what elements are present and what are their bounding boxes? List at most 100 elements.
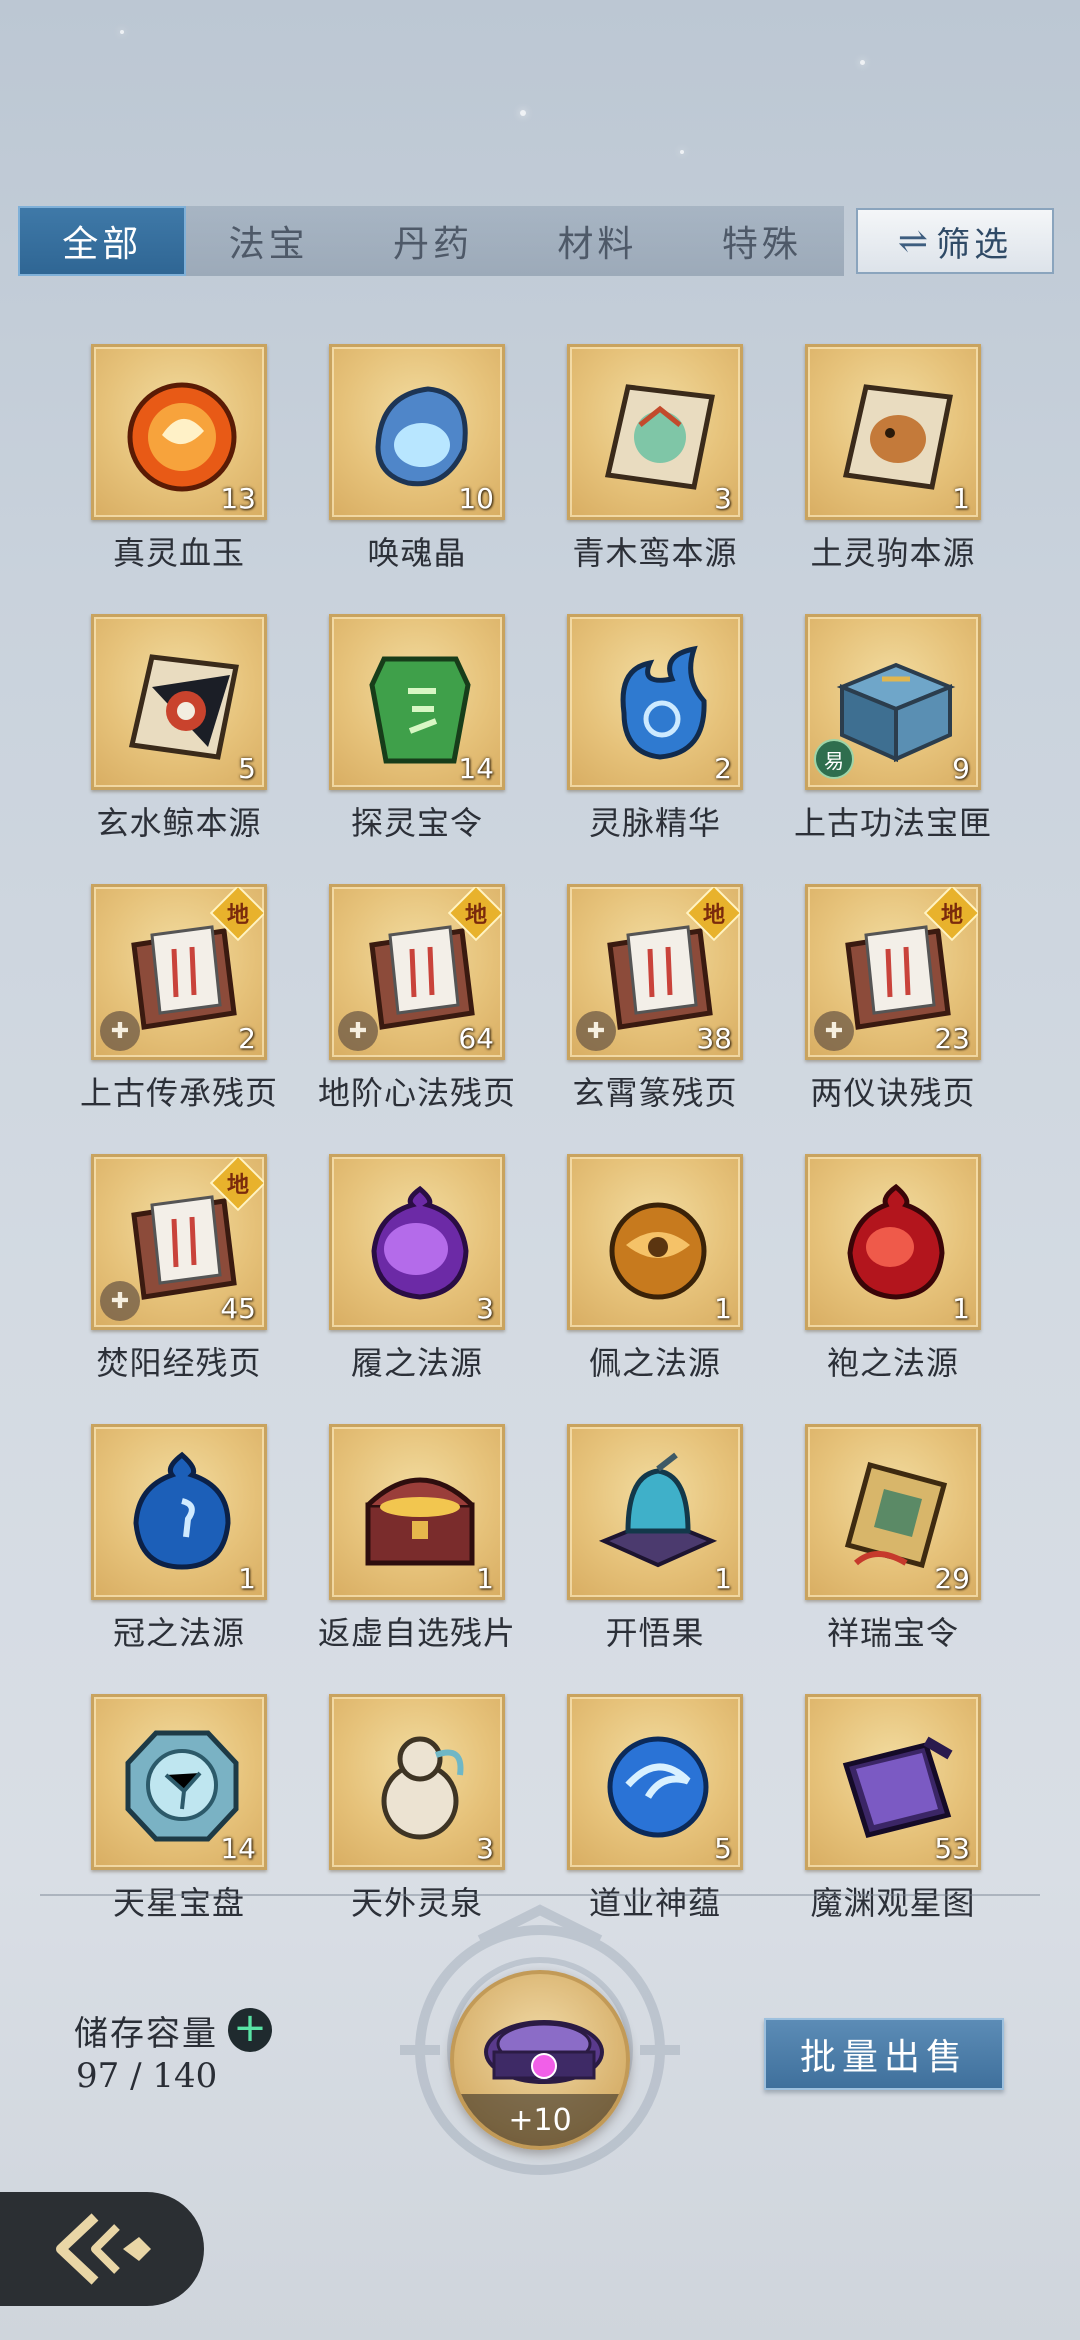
item-tile[interactable]: 3 [567,344,743,520]
inventory-item[interactable]: 3 天外灵泉 [298,1694,536,1924]
puzzle-piece-icon: ✚ [100,1281,140,1321]
item-tile[interactable]: 3 [329,1154,505,1330]
item-tile[interactable]: 地 ✚ 38 [567,884,743,1060]
green-phoenix-origin-icon [604,384,715,490]
item-tile[interactable]: 10 [329,344,505,520]
inventory-item[interactable]: 5 玄水鲸本源 [60,614,298,844]
back-button[interactable] [0,2192,204,2306]
inventory-item[interactable]: 29 祥瑞宝令 [774,1424,1012,1654]
inventory-item[interactable]: 2 灵脉精华 [536,614,774,844]
item-tile[interactable]: 地 ✚ 23 [805,884,981,1060]
sparkle [520,110,526,116]
item-name: 开悟果 [605,1614,705,1652]
item-tile[interactable]: 29 [805,1424,981,1600]
inventory-item[interactable]: 10 唤魂晶 [298,344,536,574]
item-name: 玄霄篆残页 [572,1074,738,1112]
item-name: 上古传承残页 [79,1074,278,1112]
item-tile[interactable]: 53 [805,1694,981,1870]
inventory-item[interactable]: 13 真灵血玉 [60,344,298,574]
item-tile[interactable]: 地 ✚ 64 [329,884,505,1060]
item-tile[interactable]: 地 ✚ 2 [91,884,267,1060]
grade-label: 地 [940,902,963,928]
swap-arrows-icon: ⇌ [897,220,929,262]
item-count: 2 [238,1022,256,1055]
inventory-item[interactable]: 3 履之法源 [298,1154,536,1384]
item-tile[interactable]: 14 [329,614,505,790]
tradable-badge: 易 [814,739,854,779]
batch-sell-button[interactable]: 批量出售 [764,2018,1004,2090]
item-tile[interactable]: 2 [567,614,743,790]
item-name: 玄水鲸本源 [96,804,262,842]
inventory-item[interactable]: 1 袍之法源 [774,1154,1012,1384]
tab-treasure[interactable]: 法宝 [186,206,350,276]
item-tile[interactable]: 1 [805,344,981,520]
amber-orb-icon [609,1202,707,1300]
sparkle [860,60,865,65]
inventory-item[interactable]: 14 探灵宝令 [298,614,536,844]
add-storage-button[interactable]: + [228,2008,272,2052]
item-tile[interactable]: 易9 [805,614,981,790]
item-name: 土灵驹本源 [810,534,976,572]
item-tile[interactable]: 1 [567,1154,743,1330]
inventory-item[interactable]: 1 返虚自选残片 [298,1424,536,1654]
item-tile[interactable]: 1 [329,1424,505,1600]
item-name: 魔渊观星图 [810,1884,976,1922]
grade-label: 地 [464,902,487,928]
inventory-item[interactable]: 1 冠之法源 [60,1424,298,1654]
item-tile[interactable]: 3 [329,1694,505,1870]
item-count: 23 [934,1022,970,1055]
grade-label: 地 [226,902,249,928]
item-name: 上古功法宝匣 [793,804,992,842]
item-tile[interactable]: 14 [91,1694,267,1870]
inventory-item[interactable]: 易 9 上古功法宝匣 [774,614,1012,844]
item-tile[interactable]: 5 [567,1694,743,1870]
item-count: 5 [714,1832,732,1865]
item-name: 袍之法源 [826,1344,959,1382]
tab-special[interactable]: 特殊 [680,206,844,276]
item-tile[interactable]: 13 [91,344,267,520]
inventory-item[interactable]: 地 ✚ 38 玄霄篆残页 [536,884,774,1114]
item-count: 14 [220,1832,256,1865]
item-name: 探灵宝令 [350,804,483,842]
item-count: 1 [714,1292,732,1325]
item-count: 3 [714,482,732,515]
inventory-item[interactable]: 53 魔渊观星图 [774,1694,1012,1924]
item-name: 天星宝盘 [112,1884,245,1922]
inventory-item[interactable]: 1 开悟果 [536,1424,774,1654]
inventory-item[interactable]: 地 ✚ 23 两仪诀残页 [774,884,1012,1114]
inventory-item[interactable]: 地 ✚ 2 上古传承残页 [60,884,298,1114]
inventory-item[interactable]: 地 ✚ 64 地阶心法残页 [298,884,536,1114]
item-tile[interactable]: 5 [91,614,267,790]
item-name: 返虚自选残片 [317,1614,516,1652]
item-count: 38 [696,1022,732,1055]
red-orb-icon [847,1183,945,1300]
filter-button[interactable]: ⇌ 筛选 [856,208,1054,274]
item-count: 2 [714,752,732,785]
inventory-item[interactable]: 地 ✚ 45 焚阳经残页 [60,1154,298,1384]
tab-material[interactable]: 材料 [515,206,679,276]
item-count: 1 [238,1562,256,1595]
inventory-item[interactable]: 1 土灵驹本源 [774,344,1012,574]
inventory-item[interactable]: 1 佩之法源 [536,1154,774,1384]
item-count: 1 [476,1562,494,1595]
water-whale-origin-icon [128,654,239,760]
inventory-item[interactable]: 14 天星宝盘 [60,1694,298,1924]
puzzle-piece-icon: ✚ [338,1011,378,1051]
category-tabs: 全部 法宝 丹药 材料 特殊 [18,206,844,276]
divider [40,1894,1040,1896]
item-tile[interactable]: 1 [91,1424,267,1600]
tab-elixir[interactable]: 丹药 [351,206,515,276]
featured-item-button[interactable]: +10 [450,1970,630,2150]
item-count: 13 [220,482,256,515]
item-tile[interactable]: 地 ✚ 45 [91,1154,267,1330]
item-name: 焚阳经残页 [96,1344,262,1382]
item-count: 3 [476,1292,494,1325]
spirit-essence-icon [620,645,707,760]
item-tile[interactable]: 1 [805,1154,981,1330]
sparkle [680,150,684,154]
item-name: 履之法源 [350,1344,483,1382]
inventory-item[interactable]: 5 道业神蕴 [536,1694,774,1924]
tab-all[interactable]: 全部 [18,206,187,276]
inventory-item[interactable]: 3 青木鸾本源 [536,344,774,574]
item-tile[interactable]: 1 [567,1424,743,1600]
